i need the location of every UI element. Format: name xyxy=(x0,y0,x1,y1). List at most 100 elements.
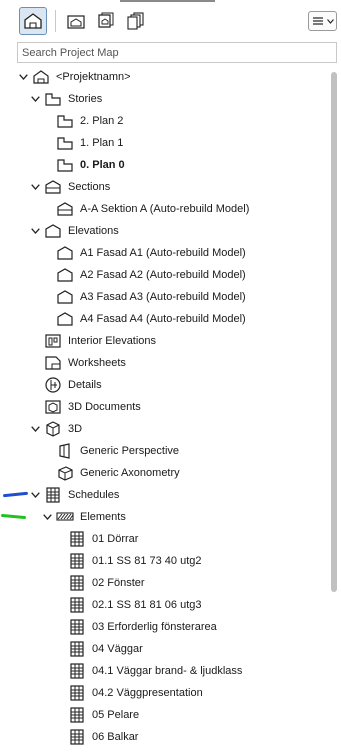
toolbar-separator xyxy=(55,10,56,32)
elevation-icon xyxy=(56,244,74,262)
tree-item-label: Interior Elevations xyxy=(68,335,157,347)
tree-item-30[interactable]: 06 Balkar xyxy=(68,726,138,748)
chevron-down-icon[interactable] xyxy=(18,72,28,82)
chevron-down-icon[interactable] xyxy=(30,424,40,434)
tree-item-5[interactable]: Sections xyxy=(30,176,111,198)
tree-item-19[interactable]: Schedules xyxy=(30,484,120,506)
tree-item-21[interactable]: 01 Dörrar xyxy=(68,528,138,550)
tree-item-label: 3D Documents xyxy=(68,401,141,413)
tree-item-label: A3 Fasad A3 (Auto-rebuild Model) xyxy=(80,291,246,303)
tree-item-label: 01 Dörrar xyxy=(92,533,139,545)
tree-item-label: 2. Plan 2 xyxy=(80,115,124,127)
schedule-icon xyxy=(68,618,86,636)
schedule-icon xyxy=(68,530,86,548)
tree-item-8[interactable]: A1 Fasad A1 (Auto-rebuild Model) xyxy=(56,242,246,264)
tree-item-0[interactable]: <Projektnamn> xyxy=(18,66,131,88)
chevron-down-icon xyxy=(326,18,334,24)
options-menu-button[interactable] xyxy=(308,11,337,31)
tree-item-10[interactable]: A3 Fasad A3 (Auto-rebuild Model) xyxy=(56,286,246,308)
schedule-icon xyxy=(68,574,86,592)
chevron-down-icon[interactable] xyxy=(30,182,40,192)
tree-item-1[interactable]: Stories xyxy=(30,88,103,110)
chevron-down-icon[interactable] xyxy=(30,226,40,236)
tree-item-12[interactable]: Interior Elevations xyxy=(44,330,156,352)
tree-item-label: Stories xyxy=(68,93,103,105)
worksheet-icon xyxy=(44,354,62,372)
story-icon xyxy=(56,156,74,174)
schedule-icon xyxy=(68,662,86,680)
chevron-down-icon[interactable] xyxy=(30,490,40,500)
tree-item-16[interactable]: 3D xyxy=(30,418,83,440)
tree-item-15[interactable]: 3D Documents xyxy=(44,396,141,418)
tree-item-14[interactable]: Details xyxy=(44,374,102,396)
tree-item-2[interactable]: 2. Plan 2 xyxy=(56,110,123,132)
tree-item-27[interactable]: 04.1 Väggar brand- & ljudklass xyxy=(68,660,242,682)
tree-item-3[interactable]: 1. Plan 1 xyxy=(56,132,123,154)
project-map-button[interactable] xyxy=(19,7,47,35)
schedule-icon xyxy=(68,706,86,724)
tree-item-label: Elements xyxy=(80,511,126,523)
publisher-sets-icon xyxy=(127,12,144,30)
layout-book-button[interactable] xyxy=(92,7,120,35)
tree-item-18[interactable]: Generic Axonometry xyxy=(56,462,180,484)
story-icon xyxy=(56,112,74,130)
tree-item-label: Elevations xyxy=(68,225,119,237)
elevation-icon xyxy=(56,288,74,306)
tree-item-label: Details xyxy=(68,379,102,391)
scrollbar[interactable] xyxy=(330,70,338,752)
tree-item-23[interactable]: 02 Fönster xyxy=(68,572,145,594)
story-icon xyxy=(56,134,74,152)
tree-item-label: 06 Balkar xyxy=(92,731,139,743)
tree-item-11[interactable]: A4 Fasad A4 (Auto-rebuild Model) xyxy=(56,308,246,330)
layout-book-icon xyxy=(98,12,114,28)
tree-item-label: 04 Väggar xyxy=(92,643,143,655)
tree-item-label: 03 Erforderlig fönsterarea xyxy=(92,621,217,633)
elevation-icon xyxy=(56,266,74,284)
top-divider xyxy=(120,0,215,2)
project-icon xyxy=(32,68,50,86)
schedule-icon xyxy=(68,684,86,702)
tree-item-17[interactable]: Generic Perspective xyxy=(56,440,179,462)
schedule-icon xyxy=(68,640,86,658)
scroll-thumb[interactable] xyxy=(331,72,337,592)
tree-item-label: Worksheets xyxy=(68,357,126,369)
tree-item-label: Generic Axonometry xyxy=(80,467,180,479)
schedules-icon xyxy=(44,486,62,504)
elevations-icon xyxy=(44,222,62,240)
search-input[interactable] xyxy=(18,43,336,62)
search-box[interactable] xyxy=(17,42,337,63)
3d-documents-icon xyxy=(44,398,62,416)
chevron-down-icon[interactable] xyxy=(42,512,52,522)
tree-item-4[interactable]: 0. Plan 0 xyxy=(56,154,125,176)
tree-item-29[interactable]: 05 Pelare xyxy=(68,704,139,726)
tree-item-label: 02 Fönster xyxy=(92,577,145,589)
tree-item-label: Schedules xyxy=(68,489,120,501)
tree-item-label: 02.1 SS 81 81 06 utg3 xyxy=(92,599,202,611)
list-menu-icon xyxy=(312,17,323,25)
chevron-down-icon[interactable] xyxy=(30,94,40,104)
view-map-button[interactable] xyxy=(62,7,90,35)
tree-item-26[interactable]: 04 Väggar xyxy=(68,638,143,660)
project-map-icon xyxy=(24,13,42,29)
tree-item-24[interactable]: 02.1 SS 81 81 06 utg3 xyxy=(68,594,201,616)
tree-item-label: A2 Fasad A2 (Auto-rebuild Model) xyxy=(80,269,246,281)
tree-item-9[interactable]: A2 Fasad A2 (Auto-rebuild Model) xyxy=(56,264,246,286)
tree-item-13[interactable]: Worksheets xyxy=(44,352,126,374)
tree-item-22[interactable]: 01.1 SS 81 73 40 utg2 xyxy=(68,550,201,572)
tree-item-label: 05 Pelare xyxy=(92,709,140,721)
publisher-sets-button[interactable] xyxy=(122,7,150,35)
elements-icon xyxy=(56,508,74,526)
tree-item-20[interactable]: Elements xyxy=(42,506,126,528)
tree-item-7[interactable]: Elevations xyxy=(30,220,119,242)
project-tree: <Projektnamn> Stories 2. Plan 2 1. Plan 1 0.… xyxy=(0,66,330,752)
tree-item-label: A4 Fasad A4 (Auto-rebuild Model) xyxy=(80,313,246,325)
section-icon xyxy=(56,200,74,218)
tree-item-28[interactable]: 04.2 Väggpresentation xyxy=(68,682,203,704)
perspective-icon xyxy=(56,442,74,460)
schedule-icon xyxy=(68,596,86,614)
tree-item-25[interactable]: 03 Erforderlig fönsterarea xyxy=(68,616,217,638)
interior-elevation-icon xyxy=(44,332,62,350)
tree-item-label: Sections xyxy=(68,181,111,193)
tree-item-6[interactable]: A-A Sektion A (Auto-rebuild Model) xyxy=(56,198,249,220)
tree-item-label: 3D xyxy=(68,423,83,435)
